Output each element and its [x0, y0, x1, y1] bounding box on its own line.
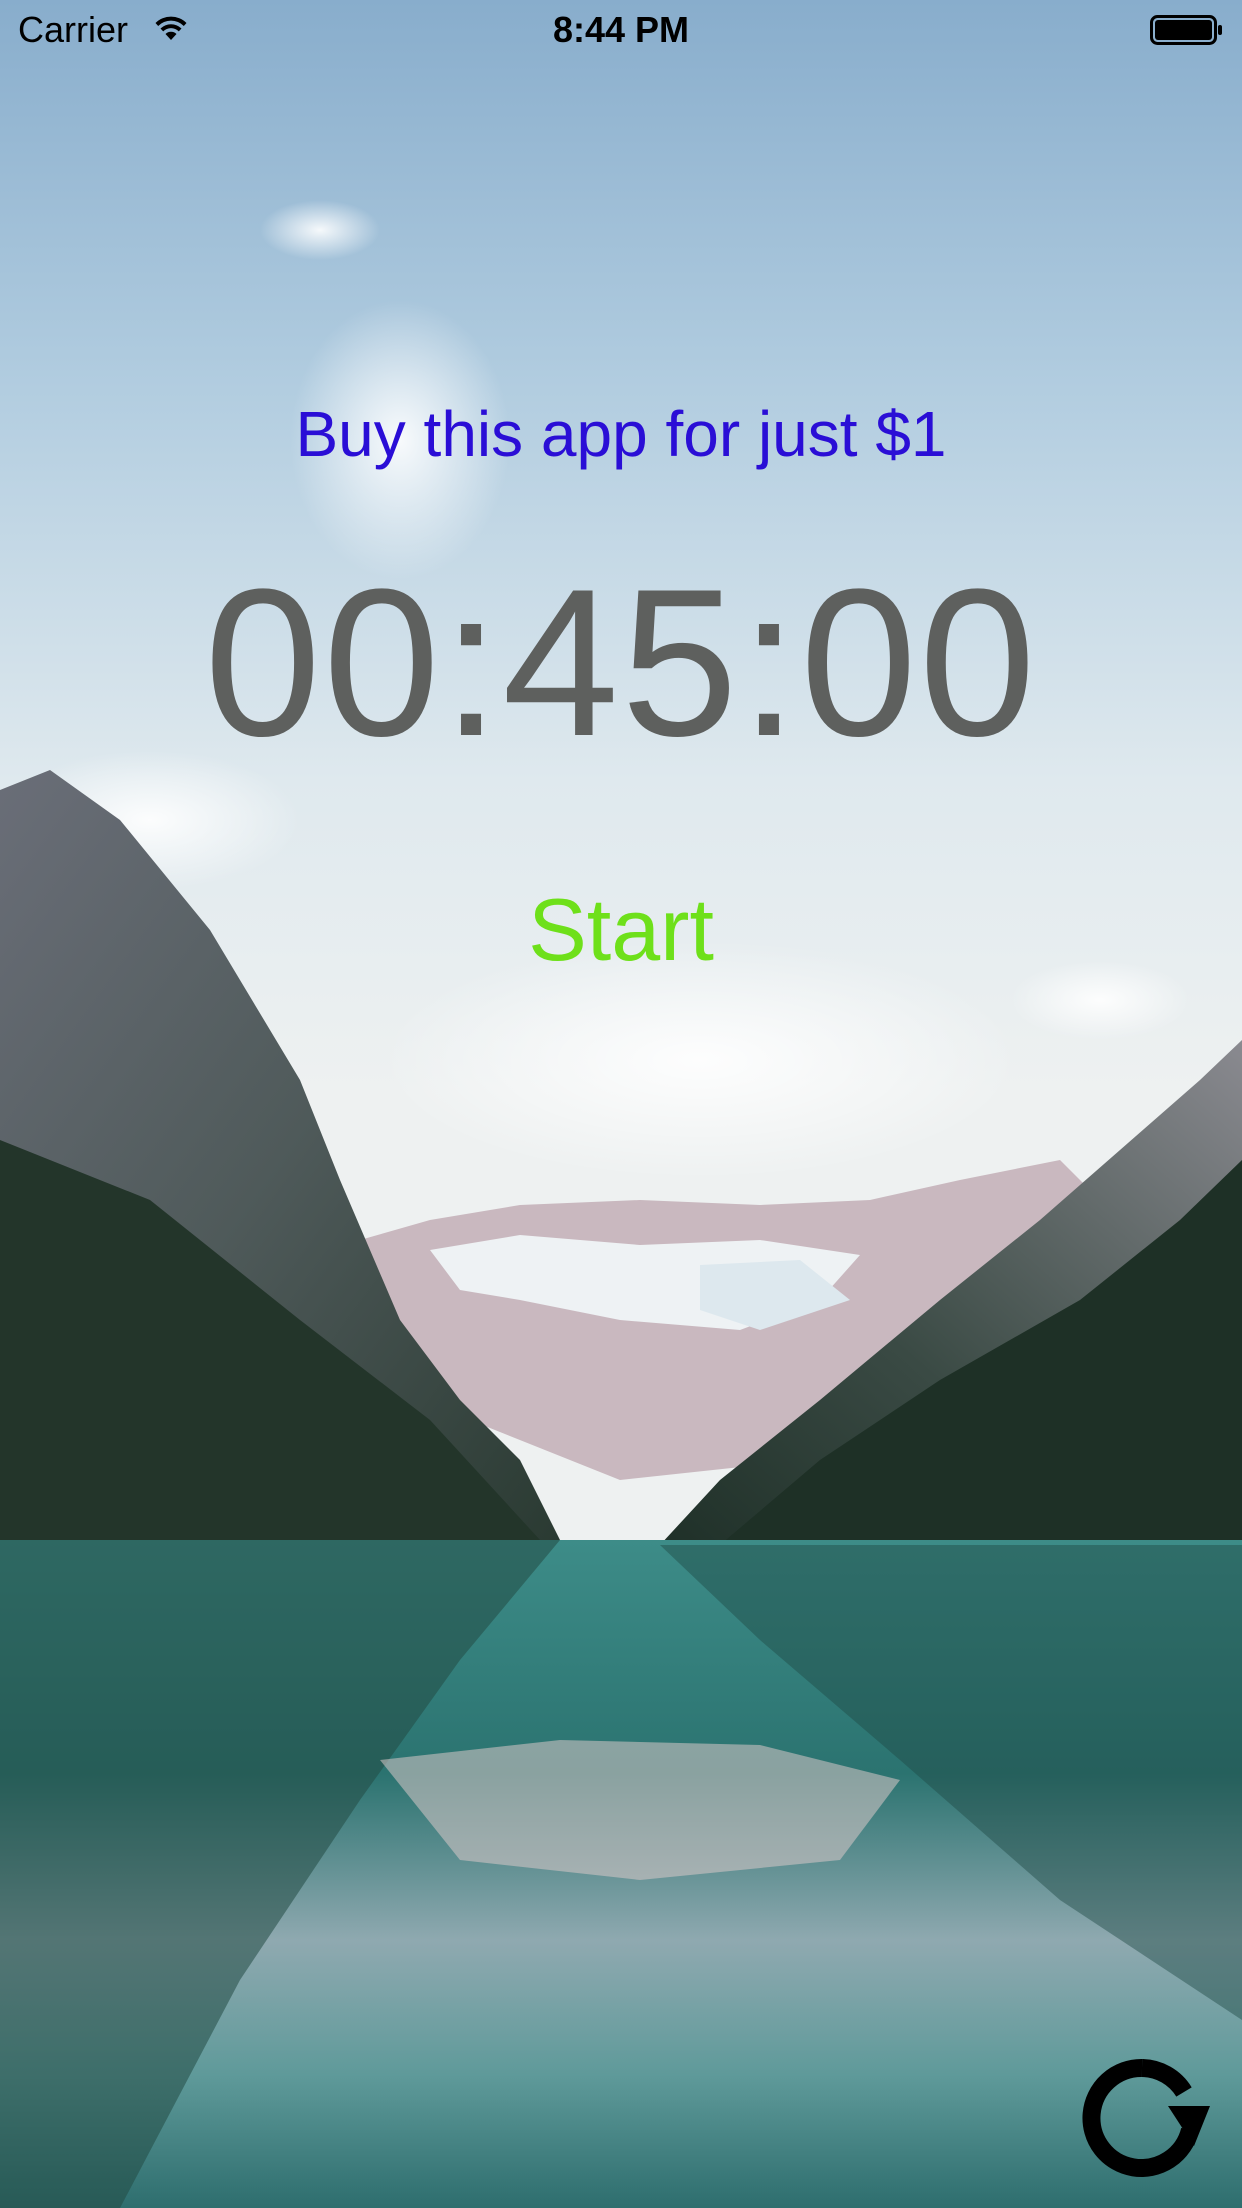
refresh-icon [1082, 2058, 1210, 2177]
timer-display: 00:45:00 [204, 545, 1038, 780]
reset-button[interactable] [1072, 2050, 1212, 2186]
status-time: 8:44 PM [552, 9, 690, 50]
app-screen: Carrier 8:44 PM Buy this app for just $1… [0, 0, 1242, 2208]
start-button[interactable]: Start [0, 882, 1242, 978]
background-landscape [0, 0, 1242, 2208]
buy-app-button[interactable]: Buy this app for just $1 [0, 398, 1242, 470]
battery-icon [1150, 14, 1224, 46]
status-bar: Carrier 8:44 PM [0, 0, 1242, 60]
